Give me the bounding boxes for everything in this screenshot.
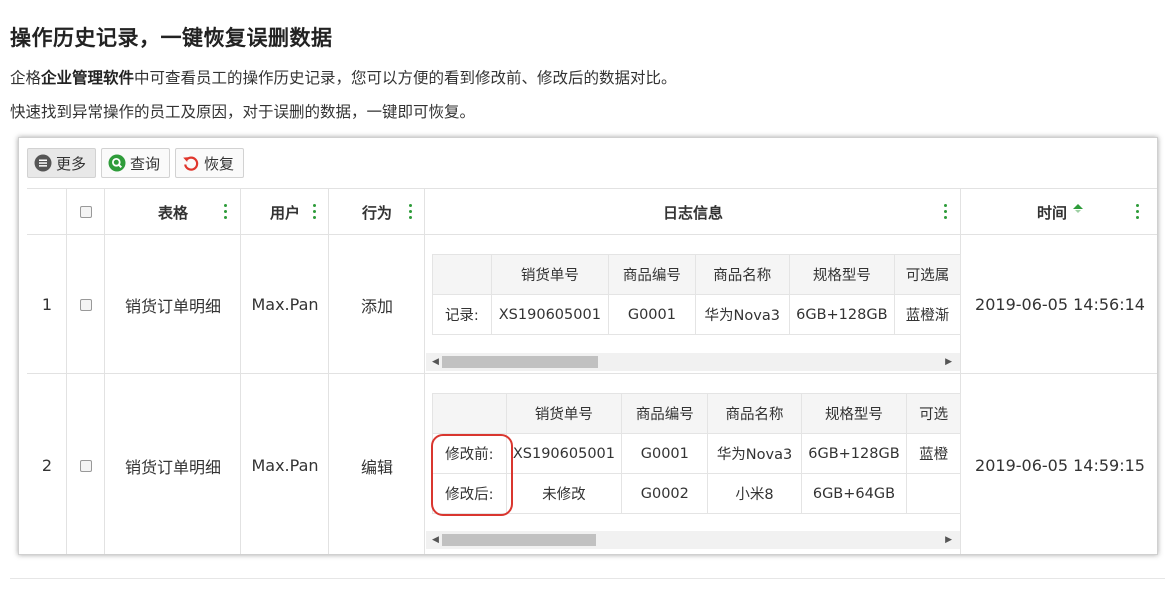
log-value-cell: 蓝橙渐 — [894, 294, 961, 335]
more-label: 更多 — [56, 154, 87, 173]
header-time[interactable]: 时间 — [961, 189, 1157, 235]
toolbar: 更多 查询 恢复 — [27, 148, 245, 178]
log-header-cell: 商品编号 — [607, 254, 696, 295]
header-log[interactable]: 日志信息 — [425, 189, 961, 235]
log-header-cell: 规格型号 — [788, 254, 896, 295]
log-value-cell: 6GB+128GB — [800, 433, 908, 474]
log-value-cell — [906, 473, 961, 514]
header-user-label: 用户 — [269, 203, 300, 222]
log-value-cell: 未修改 — [505, 473, 623, 514]
header-checkbox-cell — [67, 189, 105, 235]
scroll-right-arrow-icon[interactable]: ▶ — [945, 357, 952, 367]
log-detail-header: 销货单号 商品编号 商品名称 规格型号 可选 — [432, 393, 961, 434]
log-row-label: 记录: — [432, 294, 492, 335]
scroll-left-arrow-icon[interactable]: ◀ — [432, 535, 439, 545]
bottom-divider — [10, 578, 1165, 579]
log-detail-grid: 销货单号 商品编号 商品名称 规格型号 可选属 记录: XS190605001 … — [432, 254, 961, 335]
query-button[interactable]: 查询 — [101, 148, 171, 178]
intro-bold-product: 企业管理软件 — [41, 69, 135, 87]
log-value-cell: XS190605001 — [505, 433, 623, 474]
log-value-cell: 华为Nova3 — [707, 433, 802, 474]
row-index: 1 — [41, 295, 53, 314]
log-header-cell: 商品编号 — [621, 393, 709, 434]
scrollbar-thumb[interactable] — [442, 356, 598, 368]
log-value-cell: G0001 — [621, 433, 709, 474]
log-corner-cell — [432, 254, 492, 295]
query-label: 查询 — [130, 154, 161, 173]
header-table[interactable]: 表格 — [105, 189, 241, 235]
row-table: 销货订单明细 — [124, 457, 221, 477]
log-header-cell: 可选属 — [894, 254, 961, 295]
scrollbar-thumb[interactable] — [442, 534, 596, 546]
log-header-cell: 商品名称 — [694, 254, 790, 295]
log-value-cell: 6GB+128GB — [788, 294, 896, 335]
row-checkbox-cell — [67, 374, 105, 554]
menu-circle-icon — [34, 154, 52, 172]
column-menu-icon[interactable] — [313, 204, 317, 220]
scroll-left-arrow-icon[interactable]: ◀ — [432, 357, 439, 367]
row-index: 2 — [41, 456, 53, 475]
header-time-label: 时间 — [1036, 203, 1067, 222]
log-grid: 表格 用户 行为 日志信息 时间 1 销货订单明细 Max.Pan 添加 201… — [27, 188, 1157, 554]
log-detail-row: 记录: XS190605001 G0001 华为Nova3 6GB+128GB … — [432, 294, 961, 335]
header-action-label: 行为 — [361, 203, 392, 222]
log-header-cell: 规格型号 — [800, 393, 908, 434]
log-value-cell: 6GB+64GB — [800, 473, 908, 514]
row-table: 销货订单明细 — [124, 296, 221, 316]
column-menu-icon[interactable] — [1136, 204, 1140, 220]
horizontal-scrollbar[interactable]: ◀ ▶ — [426, 353, 960, 371]
highlight-box — [431, 434, 513, 516]
restore-button[interactable]: 恢复 — [175, 148, 245, 178]
log-header-cell: 可选 — [906, 393, 961, 434]
more-button[interactable]: 更多 — [27, 148, 97, 178]
row-action: 添加 — [360, 296, 393, 316]
row-time: 2019-06-05 14:56:14 — [975, 295, 1145, 314]
log-value-cell: XS190605001 — [490, 294, 609, 335]
column-menu-icon[interactable] — [224, 204, 228, 220]
search-icon — [108, 154, 126, 172]
select-all-checkbox[interactable] — [80, 206, 92, 218]
log-value-cell: 小米8 — [707, 473, 802, 514]
sort-icon[interactable] — [1073, 200, 1083, 218]
row-user: Max.Pan — [251, 456, 319, 475]
row-checkbox[interactable] — [80, 459, 92, 472]
log-header-cell: 销货单号 — [505, 393, 623, 434]
intro-suffix: 中可查看员工的操作历史记录，您可以方便的看到修改前、修改后的数据对比。 — [134, 69, 677, 87]
restore-label: 恢复 — [204, 154, 235, 173]
row-checkbox-cell — [67, 236, 105, 373]
log-value-cell: 蓝橙 — [906, 433, 961, 474]
column-menu-icon[interactable] — [409, 204, 413, 220]
horizontal-scrollbar[interactable]: ◀ ▶ — [426, 531, 960, 549]
column-menu-icon[interactable] — [944, 204, 948, 220]
log-value-cell: G0001 — [607, 294, 696, 335]
row-action: 编辑 — [360, 457, 393, 477]
second-paragraph: 快速找到异常操作的员工及原因，对于误删的数据，一键即可恢复。 — [10, 103, 476, 121]
intro-prefix: 企格 — [10, 69, 42, 87]
log-value-cell: 华为Nova3 — [694, 294, 790, 335]
row-user: Max.Pan — [251, 295, 319, 314]
screenshot-frame: 更多 查询 恢复 表格 用户 行为 日志信息 时间 1 销货订单明细 Max.P… — [18, 137, 1158, 555]
row-time: 2019-06-05 14:59:15 — [975, 456, 1145, 475]
scroll-right-arrow-icon[interactable]: ▶ — [945, 535, 952, 545]
page-heading: 操作历史记录，一键恢复误删数据 — [10, 26, 333, 50]
undo-icon — [182, 154, 200, 172]
log-header-cell: 商品名称 — [707, 393, 802, 434]
header-table-label: 表格 — [157, 203, 188, 222]
log-value-cell: G0002 — [621, 473, 709, 514]
log-detail-header: 销货单号 商品编号 商品名称 规格型号 可选属 — [432, 254, 961, 295]
log-corner-cell — [432, 393, 507, 434]
row-checkbox[interactable] — [80, 298, 92, 311]
header-log-label: 日志信息 — [662, 203, 723, 222]
log-header-cell: 销货单号 — [490, 254, 609, 295]
intro-paragraph: 企格企业管理软件中可查看员工的操作历史记录，您可以方便的看到修改前、修改后的数据… — [10, 66, 677, 88]
log-detail-table: 销货单号 商品编号 商品名称 规格型号 可选属 记录: XS190605001 … — [432, 254, 961, 336]
